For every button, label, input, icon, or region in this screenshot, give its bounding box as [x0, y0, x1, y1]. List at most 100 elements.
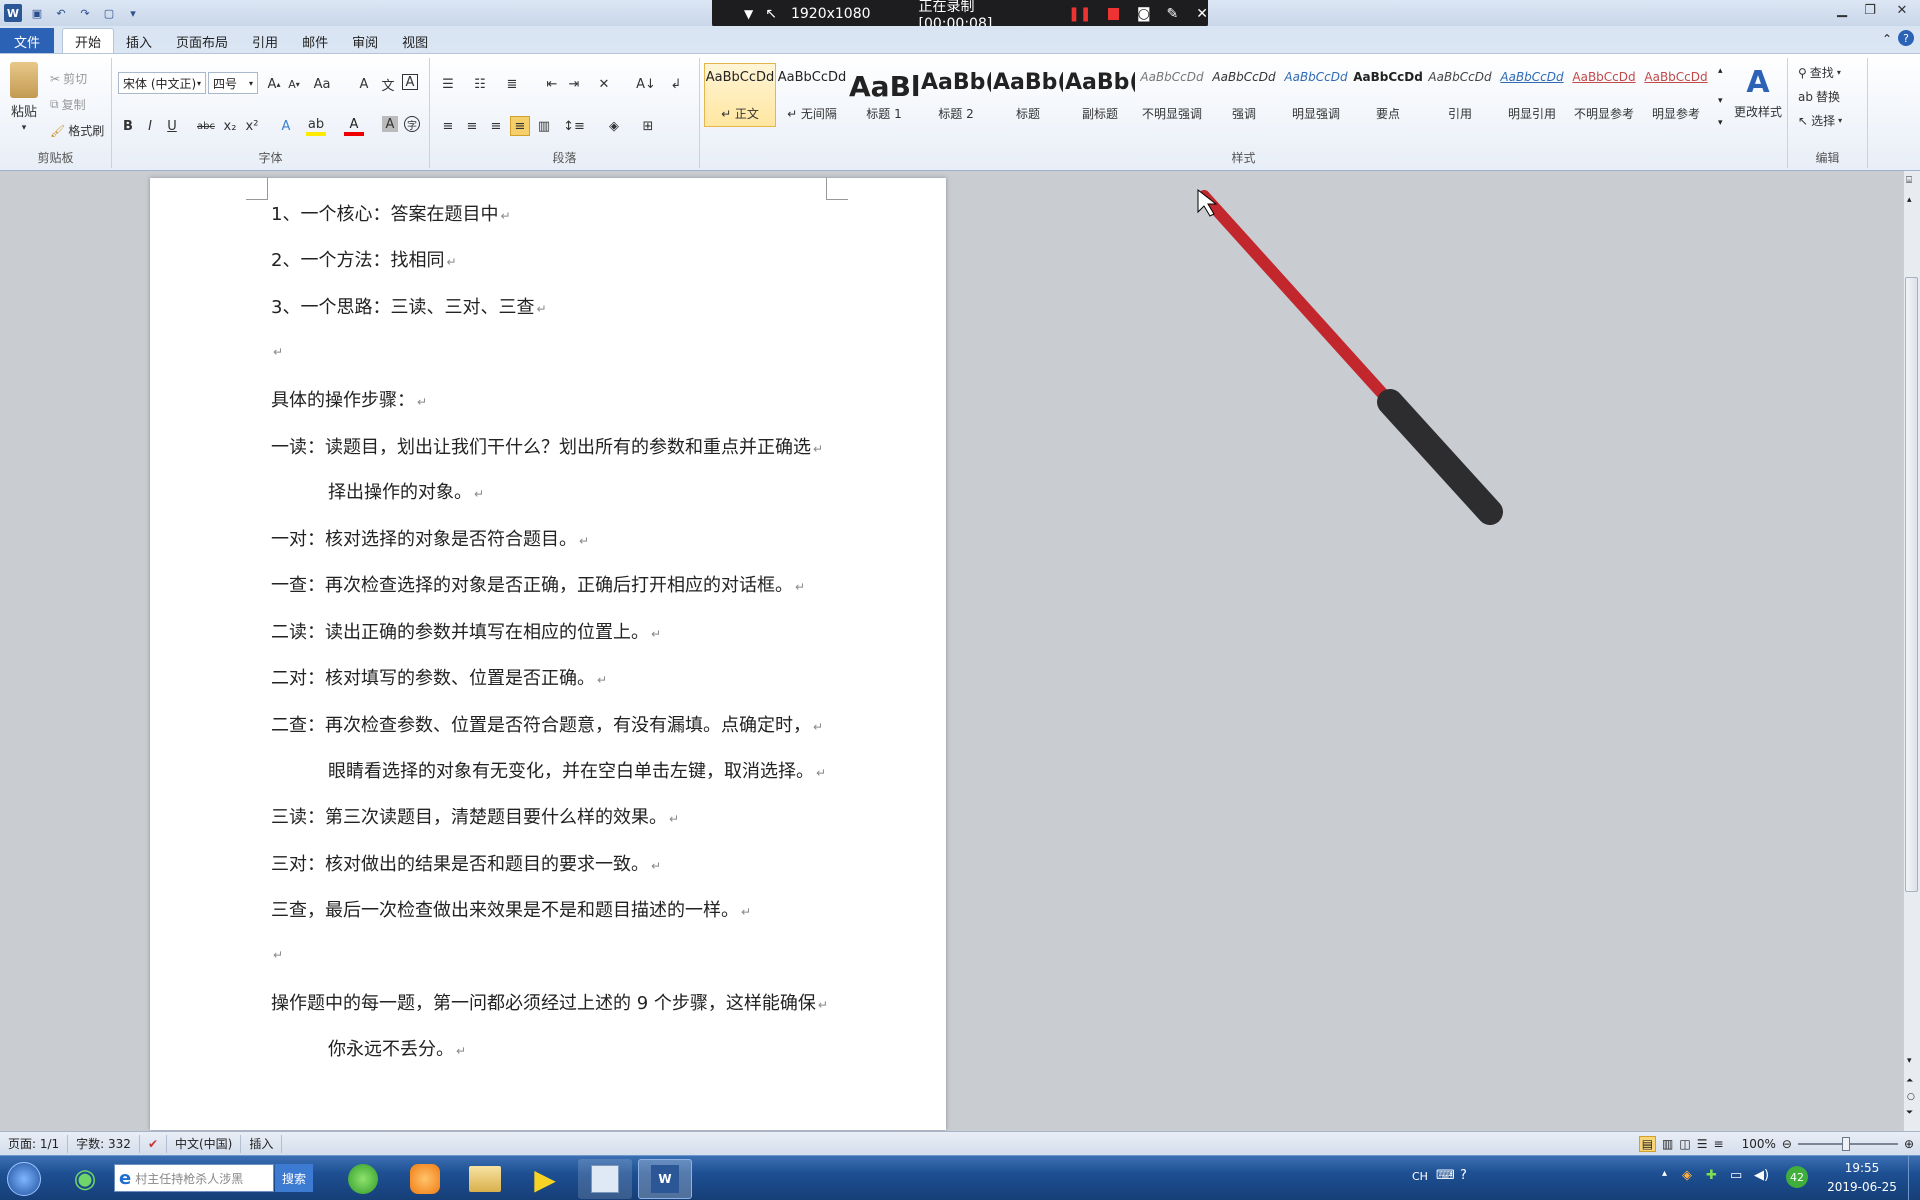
camera-icon[interactable]: ◙ [1137, 6, 1151, 22]
next-page-icon[interactable]: ⏷ [1906, 1108, 1913, 1118]
clear-format-button[interactable]: A [354, 74, 374, 94]
tab-review[interactable]: 审阅 [340, 28, 390, 54]
ribbon-collapse-icon[interactable]: ⌃ [1882, 32, 1892, 46]
document-paragraph[interactable]: 一读：读题目，划出让我们干什么？划出所有的参数和重点并正确选 ↵ [271, 433, 823, 459]
tab-references[interactable]: 引用 [240, 28, 290, 54]
taskbar-app-orange[interactable] [398, 1159, 452, 1199]
bold-button[interactable]: B [118, 116, 138, 136]
decrease-indent-button[interactable]: ⇤ [542, 74, 562, 94]
customize-qat-icon[interactable]: ▾ [124, 4, 142, 22]
document-page[interactable]: 1、一个核心：答案在题目中 ↵ 2、一个方法：找相同 ↵ 3、一个思路：三读、三对、三查… [150, 178, 946, 1130]
document-paragraph[interactable]: 二读：读出正确的参数并填写在相应的位置上。 ↵ [271, 618, 661, 644]
paste-button[interactable]: 粘贴 ▾ [6, 62, 42, 133]
restore-icon[interactable]: ❐ [1856, 0, 1884, 20]
pinyin-button[interactable]: 文 [378, 74, 398, 94]
borders-button[interactable]: ⊞ [638, 116, 658, 136]
sort-button[interactable]: A↓ [636, 74, 656, 94]
justify-button[interactable]: ≡ [510, 116, 530, 136]
tray-keyboard-icon[interactable]: ⌨ [1436, 1168, 1455, 1183]
document-paragraph[interactable]: 择出操作的对象。 ↵ [328, 478, 484, 504]
subscript-button[interactable]: x₂ [220, 116, 240, 136]
tray-app-icon[interactable]: ◈ [1682, 1168, 1692, 1183]
zoom-level[interactable]: 100% [1742, 1137, 1776, 1151]
tray-green-icon[interactable]: ✚ [1706, 1168, 1717, 1183]
copy-button[interactable]: ⧉ 复制 [50, 96, 86, 113]
font-color-button[interactable]: A [344, 116, 364, 136]
replace-button[interactable]: ab 替换 [1798, 88, 1840, 105]
shading-button[interactable]: ◈ [604, 116, 624, 136]
document-paragraph[interactable]: 你永远不丢分。 ↵ [328, 1035, 466, 1061]
clock-time[interactable]: 19:55 [1830, 1161, 1894, 1175]
style-item[interactable]: AaBbCcDd 明显引用 [1496, 63, 1568, 127]
network-icon[interactable]: ▭ [1730, 1168, 1742, 1183]
tab-view[interactable]: 视图 [390, 28, 440, 54]
enclose-char-button[interactable]: 字 [404, 116, 420, 132]
new-document-icon[interactable]: ▢ [100, 4, 118, 22]
style-item[interactable]: AaBbCcDd 引用 [1424, 63, 1496, 127]
text-effects-button[interactable]: A [276, 116, 296, 136]
ime-indicator[interactable]: CH [1412, 1170, 1428, 1183]
taskbar-app-recorder[interactable] [578, 1159, 632, 1199]
search-input[interactable]: 村主任持枪杀人涉黑 [135, 1170, 243, 1187]
tab-page-layout[interactable]: 页面布局 [164, 28, 240, 54]
underline-button[interactable]: U [162, 116, 182, 136]
taskbar-app-browser[interactable] [336, 1159, 390, 1199]
pen-icon[interactable]: ✎ [1167, 6, 1179, 22]
multilevel-list-button[interactable]: ≣ [502, 74, 522, 94]
grow-font-button[interactable]: A ▴ [264, 74, 284, 94]
zoom-in-icon[interactable]: ⊕ [1904, 1137, 1914, 1151]
document-paragraph[interactable]: 三读：第三次读题目，清楚题目要什么样的效果。 ↵ [271, 803, 679, 829]
undo-icon[interactable]: ↶ [52, 4, 70, 22]
select-button[interactable]: ↖ 选择 ▾ [1798, 112, 1842, 129]
style-item[interactable]: AaBbCcDd 要点 [1352, 63, 1424, 127]
page-count[interactable]: 页面: 1/1 [0, 1134, 69, 1153]
search-button[interactable]: 搜索 [275, 1164, 313, 1192]
style-item[interactable]: AaBb(标题 2 [920, 63, 992, 127]
align-center-button[interactable]: ≡ [462, 116, 482, 136]
style-item[interactable]: AaBbCcDd 明显参考 [1640, 63, 1712, 127]
taskbar-app-360[interactable]: ◉ [58, 1159, 112, 1199]
document-paragraph[interactable]: 眼睛看选择的对象有无变化，并在空白单击左键，取消选择。 ↵ [328, 757, 826, 783]
document-paragraph[interactable]: 三查，最后一次检查做出来效果是不是和题目描述的一样。 ↵ [271, 896, 751, 922]
increase-indent-button[interactable]: ⇥ [564, 74, 584, 94]
browse-object-icon[interactable]: ○ [1907, 1092, 1915, 1102]
language-indicator[interactable]: 中文(中国) [167, 1134, 242, 1153]
insert-mode[interactable]: 插入 [241, 1134, 283, 1153]
volume-icon[interactable]: ◀) [1754, 1168, 1769, 1183]
show-marks-button[interactable]: ↲ [666, 74, 686, 94]
tray-help-icon[interactable]: ? [1460, 1168, 1467, 1183]
zoom-out-icon[interactable]: ⊖ [1782, 1137, 1792, 1151]
style-item[interactable]: AaBbCcDd 强调 [1208, 63, 1280, 127]
recorder-resolution[interactable]: 1920x1080 [791, 6, 871, 22]
numbering-button[interactable]: ☷ [470, 74, 490, 94]
document-paragraph[interactable]: 二对：核对填写的参数、位置是否正确。 ↵ [271, 664, 607, 690]
change-case-button[interactable]: Aa [312, 74, 332, 94]
print-layout-icon[interactable]: ▤ [1638, 1135, 1657, 1152]
draft-view-icon[interactable]: ≡ [1714, 1137, 1724, 1151]
document-paragraph[interactable]: ↵ [271, 340, 283, 361]
web-layout-icon[interactable]: ◫ [1679, 1137, 1690, 1151]
word-app-icon[interactable]: W [4, 4, 22, 22]
italic-button[interactable]: I [140, 116, 160, 136]
bullets-button[interactable]: ☰ [438, 74, 458, 94]
chinese-layout-button[interactable]: ✕ [594, 74, 614, 94]
save-icon[interactable]: ▣ [28, 4, 46, 22]
find-button[interactable]: ⚲ 查找 ▾ [1798, 64, 1841, 81]
spelling-icon[interactable]: ✔ [140, 1134, 167, 1153]
font-size-combo[interactable]: 四号 ▾ [208, 72, 258, 94]
document-paragraph[interactable]: 一查：再次检查选择的对象是否正确，正确后打开相应的对话框。 ↵ [271, 571, 805, 597]
tab-mailings[interactable]: 邮件 [290, 28, 340, 54]
stop-icon[interactable] [1107, 8, 1119, 20]
tab-insert[interactable]: 插入 [114, 28, 164, 54]
tray-badge[interactable]: 42 [1786, 1166, 1808, 1188]
taskbar-app-media[interactable]: ▶ [518, 1159, 572, 1199]
minimize-icon[interactable]: ▁ [1828, 0, 1856, 20]
scroll-down-icon[interactable]: ▾ [1907, 1056, 1912, 1066]
zoom-slider-thumb[interactable] [1841, 1136, 1850, 1151]
redo-icon[interactable]: ↷ [76, 4, 94, 22]
tab-file[interactable]: 文件 [0, 28, 54, 54]
document-paragraph[interactable]: 3、一个思路：三读、三对、三查 ↵ [271, 293, 547, 319]
start-button[interactable] [0, 1159, 48, 1199]
taskbar-app-word[interactable]: W [638, 1159, 692, 1199]
help-icon[interactable]: ? [1898, 30, 1914, 46]
